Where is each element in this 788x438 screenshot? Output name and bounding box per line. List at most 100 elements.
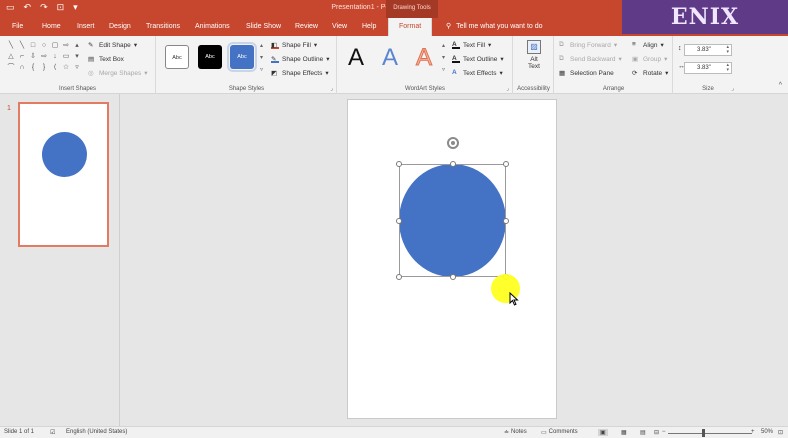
align-label: Align xyxy=(643,41,658,49)
alt-text-button[interactable]: ▨ Alt Text xyxy=(524,40,544,70)
brace-shape-icon[interactable]: ⟨ xyxy=(50,63,60,73)
tab-help[interactable]: Help xyxy=(362,18,376,36)
normal-view-icon[interactable]: ▣ xyxy=(598,429,608,436)
tab-design[interactable]: Design xyxy=(109,18,131,36)
scroll-up-icon[interactable]: ▴ xyxy=(260,42,263,49)
arrow-shape-icon[interactable]: ⇨ xyxy=(39,52,49,62)
lshape-shape-icon[interactable]: ⌐ xyxy=(17,52,27,62)
resize-handle-left[interactable] xyxy=(396,218,402,224)
send-backward-button[interactable]: ⧉ Send Backward ▾ xyxy=(559,55,622,63)
text-effects-button[interactable]: A Text Effects ▾ xyxy=(452,69,503,77)
spellcheck-icon[interactable]: ☑ xyxy=(50,429,55,436)
slide-thumbnail[interactable] xyxy=(18,102,109,247)
rounded-rect-shape-icon[interactable]: ▢ xyxy=(50,41,60,51)
text-fill-button[interactable]: A Text Fill ▾ xyxy=(452,41,491,49)
collapse-ribbon-icon[interactable]: ^ xyxy=(779,82,782,89)
notes-icon: ≐ xyxy=(504,430,510,436)
tab-insert[interactable]: Insert xyxy=(77,18,95,36)
resize-handle-bottom[interactable] xyxy=(450,274,456,280)
zoom-out-icon[interactable]: − xyxy=(662,429,666,435)
rectangle-shape-icon[interactable]: □ xyxy=(28,41,38,51)
resize-handle-top[interactable] xyxy=(450,161,456,167)
selection-pane-button[interactable]: ▦ Selection Pane xyxy=(559,69,614,78)
dialog-launcher-icon[interactable]: ⌟ xyxy=(506,85,509,92)
height-spinner-icon[interactable]: ▴ ▾ xyxy=(726,45,729,55)
rect-shape-icon[interactable]: ▭ xyxy=(61,52,71,62)
styles-gallery-scroll[interactable]: ▴ ▾ ▿ xyxy=(260,42,263,73)
wordart-style-orange[interactable]: A xyxy=(415,44,432,72)
scroll-down-icon[interactable]: ▾ xyxy=(72,52,82,62)
star-shape-icon[interactable]: ☆ xyxy=(61,63,71,73)
tab-format[interactable]: Format xyxy=(388,18,433,36)
thumbnail-circle xyxy=(42,132,87,177)
comments-button[interactable]: ▭ Comments xyxy=(541,429,578,436)
brace-shape-icon[interactable]: { xyxy=(28,63,38,73)
wordart-style-blue[interactable]: A xyxy=(382,44,398,72)
zoom-level[interactable]: 50% xyxy=(761,429,773,435)
scroll-down-icon[interactable]: ▾ xyxy=(260,54,263,61)
arrow-shape-icon[interactable]: ↓ xyxy=(50,52,60,62)
tab-transitions[interactable]: Transitions xyxy=(146,18,180,36)
bring-forward-button[interactable]: ⧉ Bring Forward ▾ xyxy=(559,41,617,49)
line-shape-icon[interactable]: ╲ xyxy=(6,41,16,51)
shape-fill-button[interactable]: ◧ Shape Fill ▾ xyxy=(271,41,317,49)
notes-button[interactable]: ≐ Notes xyxy=(504,429,527,436)
text-box-button[interactable]: ▤ Text Box xyxy=(88,55,124,64)
scroll-down-icon[interactable]: ▾ xyxy=(442,54,445,61)
resize-handle-top-left[interactable] xyxy=(396,161,402,167)
zoom-slider-track[interactable] xyxy=(668,433,752,434)
align-button[interactable]: ≡ Align ▾ xyxy=(632,41,664,49)
oval-shape-icon[interactable]: ○ xyxy=(39,41,49,51)
triangle-shape-icon[interactable]: △ xyxy=(6,52,16,62)
tab-review[interactable]: Review xyxy=(295,18,318,36)
curve-shape-icon[interactable]: ⌒ xyxy=(6,63,16,73)
shape-outline-button[interactable]: ✎ Shape Outline ▾ xyxy=(271,55,329,63)
dialog-launcher-icon[interactable]: ⌟ xyxy=(731,85,734,92)
tab-animations[interactable]: Animations xyxy=(195,18,230,36)
zoom-in-icon[interactable]: + xyxy=(751,429,755,435)
arrow-shape-icon[interactable]: ⇩ xyxy=(28,52,38,62)
resize-handle-right[interactable] xyxy=(503,218,509,224)
wordart-gallery-scroll[interactable]: ▴ ▾ ▿ xyxy=(442,42,445,73)
width-spinner-icon[interactable]: ▴ ▾ xyxy=(726,63,729,73)
shape-effects-button[interactable]: ◩ Shape Effects ▾ xyxy=(271,69,329,78)
rotate-button[interactable]: ⟳ Rotate ▾ xyxy=(632,69,668,78)
scroll-up-icon[interactable]: ▴ xyxy=(442,42,445,49)
text-outline-button[interactable]: A Text Outline ▾ xyxy=(452,55,504,63)
tab-view[interactable]: View xyxy=(332,18,347,36)
resize-handle-top-right[interactable] xyxy=(503,161,509,167)
slideshow-view-icon[interactable]: ⊟ xyxy=(654,429,659,436)
zoom-slider-knob[interactable] xyxy=(702,429,705,437)
wordart-style-black[interactable]: A xyxy=(348,44,364,72)
arc-shape-icon[interactable]: ∩ xyxy=(17,63,27,73)
scroll-up-icon[interactable]: ▴ xyxy=(72,41,82,51)
language-status[interactable]: English (United States) xyxy=(66,429,127,435)
tab-file[interactable]: File xyxy=(12,18,23,36)
rotation-handle-icon[interactable] xyxy=(447,137,459,149)
shapes-gallery[interactable]: ╲ ╲ □ ○ ▢ ⇨ ▴ △ ⌐ ⇩ ⇨ ↓ ▭ ▾ ⌒ ∩ { } ⟨ ☆ … xyxy=(6,41,82,73)
slide-sorter-view-icon[interactable]: ▦ xyxy=(621,429,627,436)
edit-shape-button[interactable]: ✎ Edit Shape ▾ xyxy=(88,41,137,50)
arrow-shape-icon[interactable]: ⇨ xyxy=(61,41,71,51)
shape-outline-label: Shape Outline xyxy=(282,55,324,63)
shape-width-field[interactable]: 3.83" ▴ ▾ xyxy=(684,62,732,74)
shape-style-blue[interactable]: Abc xyxy=(227,42,257,72)
shape-style-black[interactable]: Abc xyxy=(198,45,222,69)
more-shapes-icon[interactable]: ▿ xyxy=(72,63,82,73)
tell-me-box[interactable]: ⚲ Tell me what you want to do xyxy=(446,18,543,36)
shape-height-field[interactable]: 3.83" ▴ ▾ xyxy=(684,44,732,56)
reading-view-icon[interactable]: ▤ xyxy=(640,429,646,436)
more-styles-icon[interactable]: ▿ xyxy=(442,66,445,73)
more-styles-icon[interactable]: ▿ xyxy=(260,66,263,73)
fit-slide-icon[interactable]: ⊡ xyxy=(778,429,783,436)
merge-shapes-button[interactable]: ◎ Merge Shapes ▾ xyxy=(88,69,148,78)
dialog-launcher-icon[interactable]: ⌟ xyxy=(330,85,333,92)
shape-style-white[interactable]: Abc xyxy=(165,45,189,69)
group-button[interactable]: ▣ Group ▾ xyxy=(632,55,667,64)
tab-home[interactable]: Home xyxy=(42,18,61,36)
bracket-shape-icon[interactable]: } xyxy=(39,63,49,73)
resize-handle-bottom-left[interactable] xyxy=(396,274,402,280)
accessibility-group: ▨ Alt Text Accessibility xyxy=(514,36,554,94)
tab-slide-show[interactable]: Slide Show xyxy=(246,18,281,36)
line-shape-icon[interactable]: ╲ xyxy=(17,41,27,51)
